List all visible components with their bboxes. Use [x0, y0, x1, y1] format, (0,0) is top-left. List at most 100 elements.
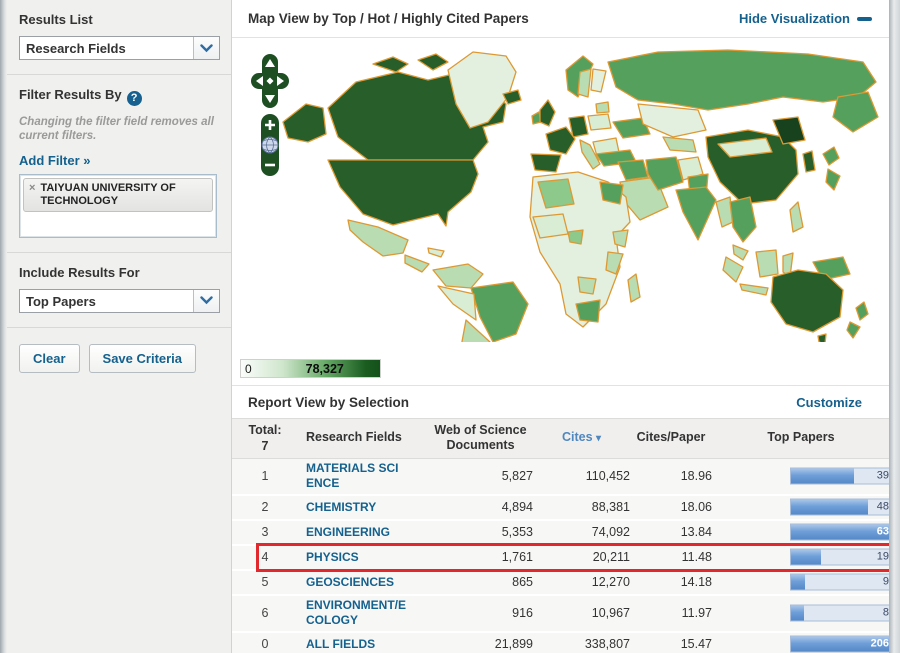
table-row[interactable]: 6 ENVIRONMENT/ECOLOGY 916 10,967 11.97 8: [232, 595, 893, 633]
left-edge-shadow: [0, 0, 7, 653]
table-row[interactable]: 3 ENGINEERING 5,353 74,092 13.84 63: [232, 520, 893, 546]
filter-tag[interactable]: × TAIYUAN UNIVERSITY OF TECHNOLOGY: [23, 177, 213, 213]
sidebar-buttons: Clear Save Criteria: [7, 328, 231, 389]
column-header-research-fields[interactable]: Research Fields: [298, 430, 428, 446]
hide-visualization-link[interactable]: Hide Visualization: [739, 11, 872, 26]
esi-page: Results List Research Fields Filter Resu…: [0, 0, 900, 653]
cites-per-paper-value: 14.18: [680, 575, 712, 589]
top-papers-bar[interactable]: 206: [790, 635, 893, 653]
cites-value: 88,381: [591, 500, 630, 514]
row-rank: 2: [261, 500, 269, 514]
cites-per-paper-value: 18.06: [680, 500, 712, 514]
main-panel: Map View by Top / Hot / Highly Cited Pap…: [232, 0, 896, 653]
help-icon[interactable]: ?: [126, 91, 142, 106]
row-rank: 6: [261, 606, 269, 620]
scale-max-label: 78,327: [305, 362, 344, 376]
top-papers-bar[interactable]: 48: [790, 498, 893, 516]
wos-docs-value: 865: [512, 575, 533, 589]
field-link[interactable]: CHEMISTRY: [306, 500, 406, 515]
top-papers-bar[interactable]: 19: [790, 548, 893, 566]
sort-desc-icon: ▾: [596, 433, 602, 445]
column-header-cites-per-paper[interactable]: Cites/Paper: [630, 430, 712, 446]
sidebar: Results List Research Fields Filter Resu…: [7, 0, 232, 653]
table-row[interactable]: 5 GEOSCIENCES 865 12,270 14.18 9: [232, 570, 893, 596]
add-filter-link[interactable]: Add Filter »: [19, 153, 91, 168]
table-row[interactable]: 0 ALL FIELDS 21,899 338,807 15.47 206: [232, 632, 893, 653]
scale-min-label: 0: [245, 362, 252, 376]
row-rank: 5: [261, 575, 269, 589]
field-link[interactable]: MATERIALS SCIENCE: [306, 461, 406, 491]
total-count: 7: [261, 439, 269, 454]
total-label: Total:: [248, 423, 282, 437]
wos-docs-value: 5,353: [501, 525, 533, 539]
row-rank: 0: [261, 637, 269, 651]
top-papers-value: 63: [876, 525, 889, 538]
field-link[interactable]: ALL FIELDS: [306, 637, 406, 652]
map-visualization[interactable]: 0 78,327: [232, 38, 890, 386]
filter-tag-label: TAIYUAN UNIVERSITY OF TECHNOLOGY: [40, 181, 176, 207]
field-link[interactable]: GEOSCIENCES: [306, 575, 406, 590]
row-rank: 1: [261, 469, 269, 483]
column-header-wos-documents[interactable]: Web of Science Documents: [428, 423, 533, 454]
include-results-value: Top Papers: [26, 293, 96, 309]
top-papers-value: 39: [876, 469, 889, 482]
cites-value: 74,092: [591, 525, 630, 539]
cites-per-paper-value: 11.48: [681, 550, 712, 564]
filter-title: Filter Results By?: [19, 87, 219, 106]
cites-per-paper-value: 11.97: [681, 606, 712, 620]
top-papers-bar[interactable]: 8: [790, 604, 893, 622]
wos-docs-value: 21,899: [494, 637, 533, 651]
world-map[interactable]: [278, 42, 888, 342]
top-papers-bar[interactable]: 9: [790, 573, 893, 591]
top-papers-bar[interactable]: 63: [790, 523, 893, 541]
results-list-value: Research Fields: [26, 41, 126, 56]
row-rank: 4: [261, 550, 269, 564]
include-results-label: Include Results For: [19, 264, 140, 280]
include-results-section: Include Results For Top Papers: [7, 253, 231, 328]
table-row-physics[interactable]: 4 PHYSICS 1,761 20,211 11.48 19: [232, 542, 896, 572]
include-results-dropdown[interactable]: Top Papers: [19, 288, 220, 313]
vertical-scrollbar[interactable]: [889, 0, 900, 653]
field-link[interactable]: ENVIRONMENT/ECOLOGY: [306, 598, 406, 628]
remove-filter-icon[interactable]: ×: [29, 182, 35, 195]
table-row[interactable]: 2 CHEMISTRY 4,894 88,381 18.06 48: [232, 495, 893, 521]
chevron-down-icon: [193, 289, 219, 312]
column-header-cites[interactable]: Cites ▾: [533, 430, 630, 446]
top-papers-bar[interactable]: 39: [790, 467, 893, 485]
wos-docs-value: 5,827: [501, 469, 533, 483]
cites-value: 10,967: [591, 606, 630, 620]
field-link[interactable]: ENGINEERING: [306, 525, 406, 540]
cites-value: 338,807: [584, 637, 630, 651]
save-criteria-button[interactable]: Save Criteria: [88, 343, 197, 373]
results-list-section: Results List Research Fields: [7, 0, 231, 75]
map-controls[interactable]: [250, 52, 290, 180]
active-filters-box: × TAIYUAN UNIVERSITY OF TECHNOLOGY: [19, 173, 217, 238]
table-body: 1 MATERIALS SCIENCE 5,827 110,452 18.96 …: [232, 458, 896, 653]
results-list-label: Results List: [19, 12, 93, 27]
results-list-dropdown[interactable]: Research Fields: [19, 36, 220, 60]
hide-visualization-label: Hide Visualization: [738, 11, 850, 26]
wos-docs-value: 4,894: [501, 500, 533, 514]
filter-title-text: Filter Results By: [19, 87, 122, 102]
cites-label: Cites: [561, 430, 593, 445]
filter-note: Changing the filter field removes all cu…: [19, 116, 214, 143]
row-rank: 3: [261, 525, 269, 539]
wos-docs-value: 916: [512, 606, 533, 620]
minus-icon: [857, 16, 872, 21]
cites-value: 12,270: [591, 575, 630, 589]
cites-per-paper-value: 13.84: [680, 525, 712, 539]
total-header: Total: 7: [232, 422, 298, 455]
top-papers-value: 19: [876, 550, 889, 563]
field-link[interactable]: PHYSICS: [306, 550, 406, 565]
cites-value: 20,211: [592, 550, 630, 564]
column-header-top-papers[interactable]: Top Papers: [712, 430, 890, 446]
map-color-scale: 0 78,327: [240, 359, 381, 378]
top-papers-value: 206: [870, 637, 889, 650]
clear-button[interactable]: Clear: [19, 343, 80, 373]
report-view-title: Report View by Selection: [248, 394, 410, 410]
customize-link[interactable]: Customize: [796, 395, 862, 410]
cites-value: 110,452: [585, 469, 630, 483]
table-row[interactable]: 1 MATERIALS SCIENCE 5,827 110,452 18.96 …: [232, 458, 893, 496]
table-header-row: Total: 7 Research Fields Web of Science …: [232, 418, 890, 459]
filter-section: Filter Results By? Changing the filter f…: [7, 75, 231, 253]
